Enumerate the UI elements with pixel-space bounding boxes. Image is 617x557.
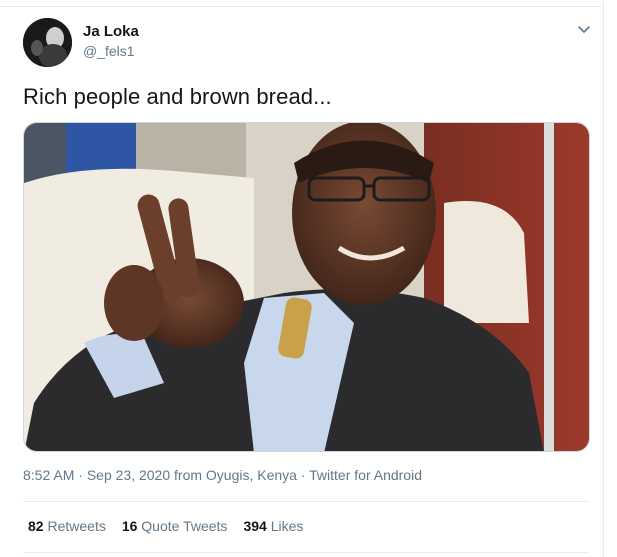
- top-divider: [0, 6, 604, 7]
- tweet-stats: 82 Retweets 16 Quote Tweets 394 Likes: [28, 518, 319, 534]
- likes-count: 394: [243, 518, 267, 534]
- tweet-source[interactable]: Twitter for Android: [309, 467, 422, 483]
- tweet-location[interactable]: from Oyugis, Kenya: [174, 467, 297, 483]
- tweet-meta: 8:52 AM · Sep 23, 2020 from Oyugis, Keny…: [23, 467, 422, 483]
- likes-stat[interactable]: 394 Likes: [243, 518, 303, 534]
- tweet-time[interactable]: 8:52 AM: [23, 467, 74, 483]
- retweets-stat[interactable]: 82 Retweets: [28, 518, 106, 534]
- display-name[interactable]: Ja Loka: [83, 23, 139, 40]
- likes-label: Likes: [270, 518, 304, 534]
- divider: [23, 501, 590, 502]
- quote-tweets-label: Quote Tweets: [141, 518, 228, 534]
- chevron-down-icon[interactable]: [576, 24, 592, 36]
- quote-tweets-count: 16: [121, 518, 138, 534]
- user-handle[interactable]: @_fels1: [83, 43, 135, 59]
- tweet-photo[interactable]: [23, 122, 590, 452]
- quote-tweets-stat[interactable]: 16 Quote Tweets: [122, 518, 228, 534]
- photo-image: [24, 123, 589, 451]
- retweets-count: 82: [28, 518, 44, 534]
- avatar[interactable]: [23, 18, 72, 67]
- retweets-label: Retweets: [47, 518, 106, 534]
- meta-separator-2: ·: [296, 467, 310, 483]
- tweet-card: Ja Loka @_fels1 Rich people and brown br…: [0, 0, 604, 557]
- meta-separator: ·: [74, 467, 87, 483]
- avatar-image: [23, 18, 72, 67]
- bottom-divider: [23, 552, 590, 553]
- tweet-text: Rich people and brown bread...: [23, 84, 332, 109]
- tweet-date[interactable]: Sep 23, 2020: [87, 467, 170, 483]
